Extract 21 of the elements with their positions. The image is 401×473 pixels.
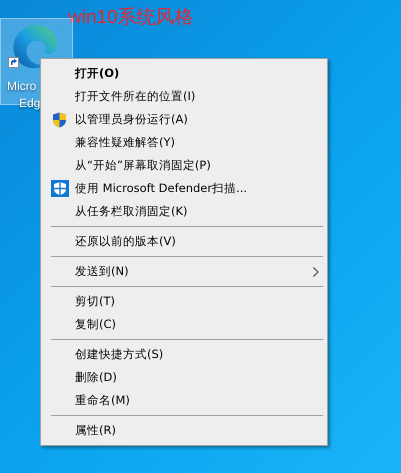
menu-item[interactable]: 重命名(M) (41, 389, 327, 412)
shield-icon (51, 180, 69, 197)
menu-item[interactable]: 发送到(N) (41, 260, 327, 283)
menu-item[interactable]: 兼容性疑难解答(Y) (41, 131, 327, 154)
menu-item[interactable]: 还原以前的版本(V) (41, 230, 327, 253)
shortcut-arrow-icon (8, 57, 19, 68)
menu-item[interactable]: 属性(R) (41, 419, 327, 442)
menu-item[interactable]: 打开文件所在的位置(I) (41, 85, 327, 108)
menu-item[interactable]: 使用 Microsoft Defender扫描... (41, 177, 327, 200)
menu-item[interactable]: 创建快捷方式(S) (41, 343, 327, 366)
menu-item[interactable]: 复制(C) (41, 313, 327, 336)
annotation-caption: win10系统风格 (68, 6, 194, 30)
icon-label: Edg (19, 95, 40, 111)
shield-icon (52, 112, 67, 128)
menu-item[interactable]: 打开(O) (41, 62, 327, 85)
icon-label: Micro (7, 78, 36, 94)
menu-item[interactable]: 剪切(T) (41, 290, 327, 313)
menu-item[interactable]: 从任务栏取消固定(K) (41, 200, 327, 223)
menu-item[interactable]: 从“开始”屏幕取消固定(P) (41, 154, 327, 177)
menu-item[interactable]: 以管理员身份运行(A) (41, 108, 327, 131)
menu-item[interactable]: 删除(D) (41, 366, 327, 389)
